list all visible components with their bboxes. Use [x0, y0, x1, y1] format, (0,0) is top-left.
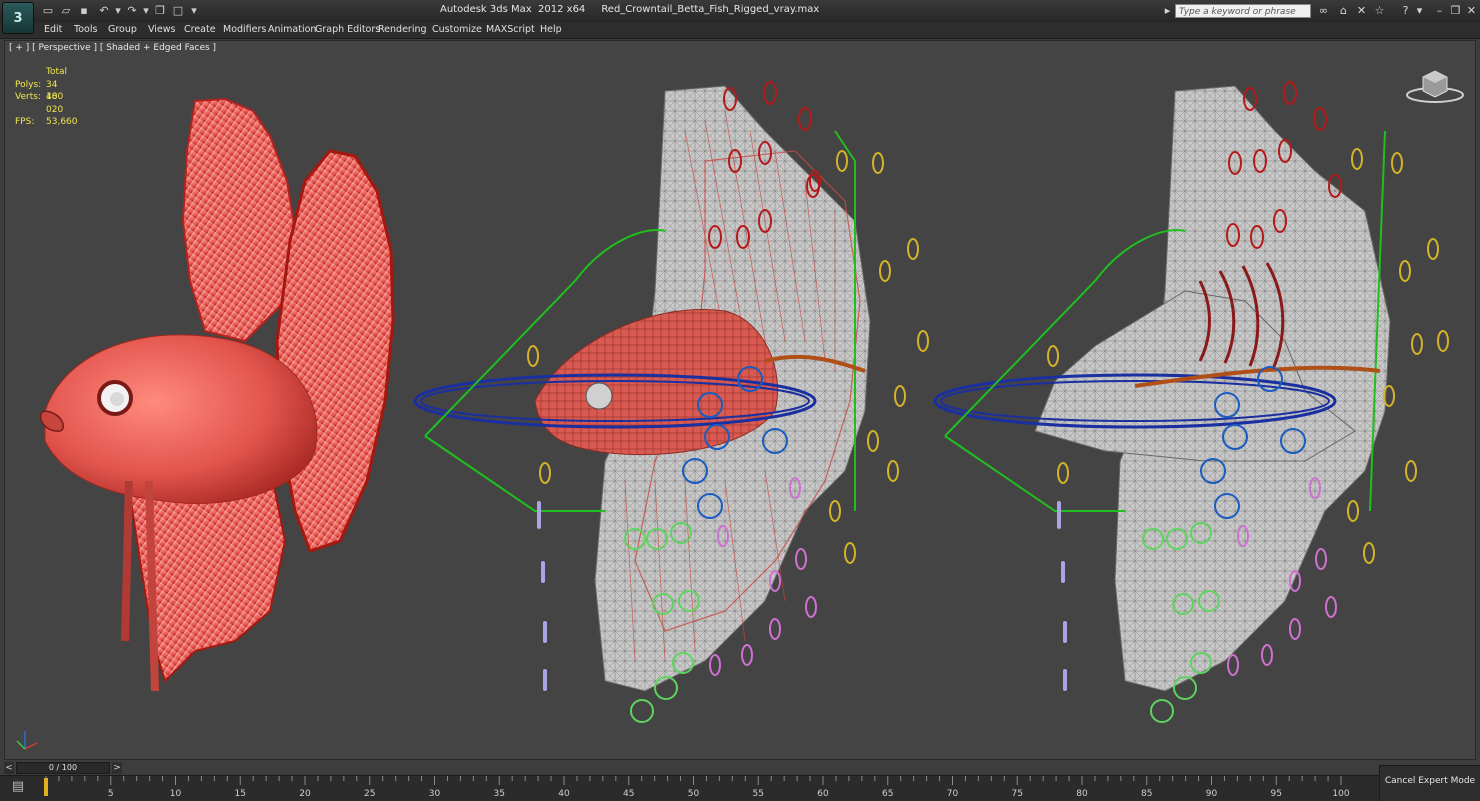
menu-group[interactable]: Group: [108, 24, 137, 35]
communication-center-icon[interactable]: ⌂: [1336, 3, 1351, 18]
favorites-icon[interactable]: ☆: [1372, 3, 1387, 18]
track-tick-label: 90: [1206, 789, 1218, 799]
betta-fish-shaded[interactable]: [39, 97, 395, 691]
tools-icon[interactable]: ✕: [1354, 3, 1369, 18]
menu-bar: Edit Tools Group Views Create Modifiers …: [0, 22, 1480, 39]
menu-graph-editors[interactable]: Graph Editors: [315, 24, 380, 35]
track-tick-label: 100: [1332, 789, 1349, 799]
verts-value: 18 020: [46, 92, 64, 115]
menu-edit[interactable]: Edit: [44, 24, 62, 35]
open-file-icon[interactable]: ▱: [58, 3, 74, 18]
axis-tripod-icon: [16, 731, 38, 750]
customize-dropdown-icon[interactable]: ▾: [186, 3, 202, 18]
fps-label: FPS:: [15, 117, 35, 127]
viewport-label[interactable]: [ + ] [ Perspective ] [ Shaded + Edged F…: [9, 43, 216, 53]
minimize-icon[interactable]: –: [1432, 3, 1447, 18]
app-logo-icon: 3: [13, 10, 23, 26]
viewcube-icon[interactable]: [1405, 65, 1465, 105]
track-tick-label: 85: [1141, 789, 1152, 799]
menu-rendering[interactable]: Rendering: [378, 24, 427, 35]
search-arrow-icon[interactable]: ▸: [1160, 3, 1175, 18]
close-icon[interactable]: ✕: [1464, 3, 1479, 18]
track-tick-label: 45: [623, 789, 634, 799]
binoculars-icon[interactable]: ∞: [1316, 3, 1331, 18]
restore-icon[interactable]: ❐: [1448, 3, 1463, 18]
menu-customize[interactable]: Customize: [432, 24, 482, 35]
search-input[interactable]: Type a keyword or phrase: [1175, 4, 1311, 18]
time-slider-next-button[interactable]: >: [112, 762, 122, 774]
window-title: Autodesk 3ds Max 2012 x64 Red_Crowntail_B…: [440, 4, 835, 15]
current-frame-marker[interactable]: [44, 778, 48, 796]
track-tick-label: 20: [299, 789, 311, 799]
help-icon[interactable]: ?: [1398, 3, 1413, 18]
time-slider[interactable]: < 0 / 100 >: [4, 761, 124, 775]
menu-maxscript[interactable]: MAXScript: [486, 24, 535, 35]
fps-value: 53,660: [46, 117, 78, 127]
track-tick-label: 10: [170, 789, 182, 799]
track-tick-label: 25: [364, 789, 375, 799]
help-dropdown-icon[interactable]: ▾: [1412, 3, 1427, 18]
menu-create[interactable]: Create: [184, 24, 216, 35]
track-tick-label: 95: [1271, 789, 1282, 799]
track-tick-label: 80: [1076, 789, 1088, 799]
time-slider-thumb[interactable]: 0 / 100: [16, 762, 110, 774]
polys-label: Polys:: [15, 79, 42, 90]
mini-curve-editor-icon[interactable]: ▤: [8, 778, 28, 796]
track-tick-label: 35: [494, 789, 505, 799]
track-tick-label: 40: [558, 789, 570, 799]
betta-fish-rigged-mesh[interactable]: [413, 81, 929, 723]
viewport-scene: [16, 81, 1449, 750]
menu-animation[interactable]: Animation: [268, 24, 316, 35]
track-tick-label: 15: [235, 789, 246, 799]
track-tick-label: 5: [108, 789, 114, 799]
hold-icon[interactable]: ❐: [152, 3, 168, 18]
betta-fish-rig-wireframe[interactable]: [933, 81, 1449, 723]
verts-label: Verts:: [15, 92, 41, 102]
track-tick-label: 75: [1012, 789, 1023, 799]
title-bar: ▭ ▱ ▪ ↶ ▾ ↷ ▾ ❐ □ ▾ Autodesk 3ds Max 201…: [0, 0, 1480, 23]
track-bar-ruler: 5 10 15 20 25 30 35 40 45 50 55 60 65 70 75 80 85 90 95 100: [44, 776, 1350, 799]
track-tick-label: 70: [947, 789, 959, 799]
app-logo[interactable]: 3: [2, 2, 34, 34]
maximize-icon[interactable]: □: [170, 3, 186, 18]
stats-header: Total: [46, 67, 68, 77]
menu-tools[interactable]: Tools: [74, 24, 97, 35]
track-bar[interactable]: 5 10 15 20 25 30 35 40 45 50 55 60 65 70 75 80 85 90 95 100: [0, 775, 1480, 801]
perspective-viewport[interactable]: [ + ] [ Perspective ] [ Shaded + Edged F…: [4, 40, 1476, 760]
cancel-expert-mode-button[interactable]: Cancel Expert Mode: [1379, 765, 1480, 801]
track-tick-label: 50: [688, 789, 700, 799]
track-tick-label: 60: [817, 789, 829, 799]
new-file-icon[interactable]: ▭: [40, 3, 56, 18]
app-name: Autodesk 3ds Max 2012 x64: [440, 4, 586, 15]
menu-views[interactable]: Views: [148, 24, 176, 35]
save-icon[interactable]: ▪: [76, 3, 92, 18]
track-tick-label: 30: [429, 789, 441, 799]
menu-help[interactable]: Help: [540, 24, 562, 35]
track-tick-label: 65: [882, 789, 893, 799]
time-slider-prev-button[interactable]: <: [4, 762, 14, 774]
file-name: Red_Crowntail_Betta_Fish_Rigged_vray.max: [601, 4, 820, 15]
menu-modifiers[interactable]: Modifiers: [223, 24, 266, 35]
track-tick-label: 55: [753, 789, 764, 799]
